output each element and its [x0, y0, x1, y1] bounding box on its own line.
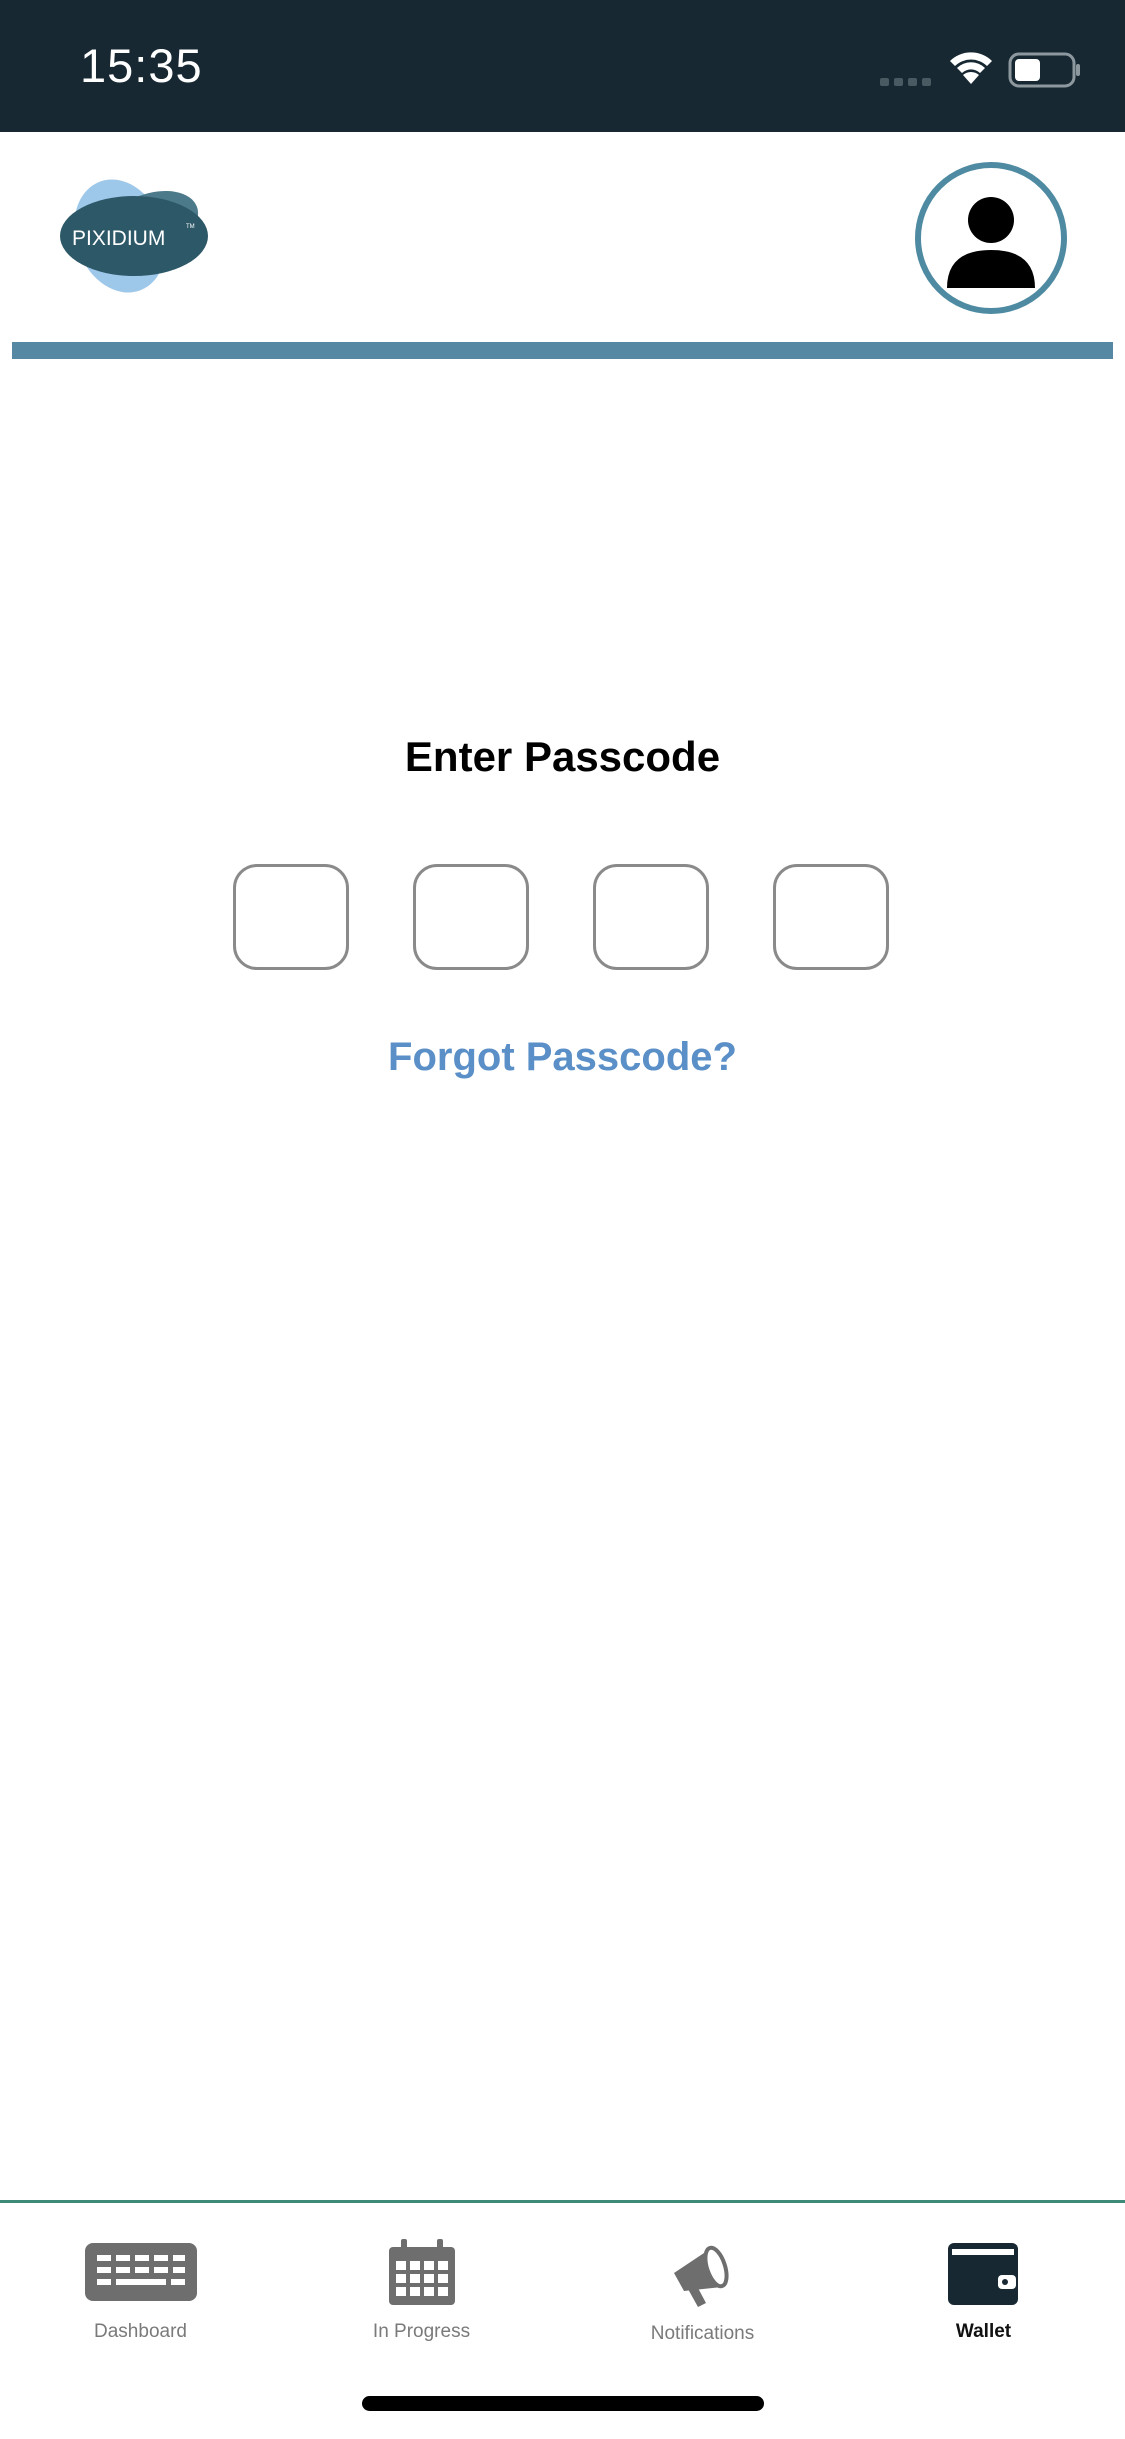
tab-in-progress[interactable]: In Progress [281, 2203, 562, 2353]
passcode-digit-2[interactable] [413, 864, 529, 970]
passcode-title: Enter Passcode [404, 733, 721, 780]
passcode-digit-4[interactable] [773, 864, 889, 970]
forgot-passcode-link[interactable]: Forgot Passcode? [0, 1035, 1125, 1080]
tab-wallet[interactable]: Wallet [843, 2203, 1124, 2353]
passcode-digit-1[interactable] [233, 864, 349, 970]
status-time: 15:35 [80, 39, 203, 92]
battery-icon [1008, 52, 1082, 93]
home-indicator [362, 2396, 764, 2411]
wallet-icon [947, 2243, 1018, 2305]
passcode-digit-3[interactable] [593, 864, 709, 970]
tab-label-dashboard: Dashboard [94, 2321, 187, 2342]
wifi-icon [946, 48, 996, 91]
calendar-icon [388, 2239, 455, 2305]
passcode-input-row[interactable] [233, 864, 893, 974]
cellular-signal-icon [880, 75, 932, 93]
tab-label-wallet: Wallet [955, 2321, 1012, 2342]
status-bar: 15:35 [0, 0, 1125, 132]
pixidium-logo: PIXIDIUM TM [58, 172, 210, 301]
tab-label-in-progress: In Progress [372, 2321, 471, 2342]
logo-text: PIXIDIUM [72, 227, 165, 250]
profile-avatar-button[interactable] [915, 162, 1067, 314]
keyboard-icon [84, 2243, 197, 2301]
tab-label-notifications: Notifications [650, 2323, 755, 2344]
megaphone-icon [673, 2245, 729, 2307]
header-divider [12, 342, 1113, 359]
tab-notifications[interactable]: Notifications [562, 2203, 843, 2353]
tab-dashboard[interactable]: Dashboard [0, 2203, 281, 2353]
user-icon [947, 197, 1035, 288]
logo-trademark: TM [186, 224, 195, 230]
